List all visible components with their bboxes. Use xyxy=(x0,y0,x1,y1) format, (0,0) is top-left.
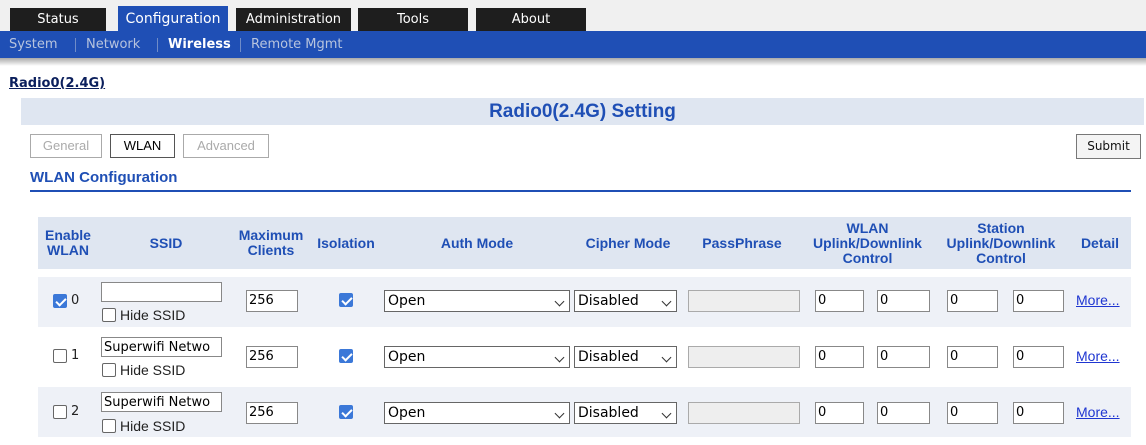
auth-mode-select[interactable]: Open xyxy=(384,402,570,424)
table-row: 0 Hide SSID 256 Open Disabled 0 0 0 0 Mo… xyxy=(38,277,1131,327)
station-downlink-input[interactable]: 0 xyxy=(1013,290,1064,312)
col-detail: Detail xyxy=(1080,234,1120,251)
col-isolation: Isolation xyxy=(317,234,375,251)
station-uplink-input[interactable]: 0 xyxy=(947,402,998,424)
col-cipher-mode: Cipher Mode xyxy=(585,234,671,251)
wlan-downlink-input[interactable]: 0 xyxy=(877,346,930,368)
tab-tools[interactable]: Tools xyxy=(358,8,468,31)
subtab-advanced[interactable]: Advanced xyxy=(183,134,269,158)
col-station-control: Station Uplink/Downlink Control xyxy=(946,219,1056,266)
passphrase-input[interactable] xyxy=(688,290,800,312)
submit-button[interactable]: Submit xyxy=(1076,134,1141,159)
passphrase-input[interactable] xyxy=(688,402,800,424)
enable-wlan-checkbox[interactable] xyxy=(53,294,67,308)
sub-navigation: System Network Wireless Remote Mgmt xyxy=(0,31,1146,58)
section-divider xyxy=(30,190,1131,192)
tab-status[interactable]: Status xyxy=(10,8,106,31)
isolation-checkbox[interactable] xyxy=(339,349,353,363)
max-clients-input[interactable]: 256 xyxy=(246,290,298,312)
wlan-downlink-input[interactable]: 0 xyxy=(877,402,930,424)
subnav-divider xyxy=(240,38,241,52)
wlan-downlink-input[interactable]: 0 xyxy=(877,290,930,312)
cipher-mode-select[interactable]: Disabled xyxy=(574,290,677,312)
max-clients-input[interactable]: 256 xyxy=(246,346,298,368)
max-clients-input[interactable]: 256 xyxy=(246,402,298,424)
station-uplink-input[interactable]: 0 xyxy=(947,290,998,312)
subnav-divider xyxy=(75,38,76,52)
table-row: 2 Superwifi Netwo Hide SSID 256 Open Dis… xyxy=(38,387,1131,437)
hide-ssid-checkbox[interactable] xyxy=(102,419,116,433)
subnav-wireless[interactable]: Wireless xyxy=(168,31,231,58)
wlan-index: 1 xyxy=(71,348,80,363)
hide-ssid-checkbox[interactable] xyxy=(102,308,116,322)
isolation-checkbox[interactable] xyxy=(339,405,353,419)
col-enable-wlan: Enable WLAN xyxy=(45,227,91,258)
hide-ssid-label: Hide SSID xyxy=(120,418,186,434)
subnav-remote-mgmt[interactable]: Remote Mgmt xyxy=(251,31,343,58)
wlan-uplink-input[interactable]: 0 xyxy=(815,402,864,424)
ssid-input[interactable]: Superwifi Netwo xyxy=(101,337,222,357)
enable-wlan-checkbox[interactable] xyxy=(53,405,67,419)
subtab-general[interactable]: General xyxy=(30,134,102,158)
col-max-clients: Maximum Clients xyxy=(238,227,304,258)
subnav-network[interactable]: Network xyxy=(86,31,140,58)
wlan-index: 2 xyxy=(71,404,80,419)
tab-about[interactable]: About xyxy=(476,8,586,31)
subnav-system[interactable]: System xyxy=(9,31,57,58)
ssid-input[interactable] xyxy=(101,282,222,302)
ssid-input[interactable]: Superwifi Netwo xyxy=(101,392,222,412)
wlan-index: 0 xyxy=(71,293,80,308)
col-ssid: SSID xyxy=(149,234,183,251)
station-downlink-input[interactable]: 0 xyxy=(1013,402,1064,424)
passphrase-input[interactable] xyxy=(688,346,800,368)
station-uplink-input[interactable]: 0 xyxy=(947,346,998,368)
chevron-down-icon xyxy=(661,408,672,419)
more-link[interactable]: More... xyxy=(1076,404,1120,420)
chevron-down-icon xyxy=(661,296,672,307)
station-downlink-input[interactable]: 0 xyxy=(1013,346,1064,368)
page-title: Radio0(2.4G) Setting xyxy=(21,98,1144,125)
hide-ssid-checkbox[interactable] xyxy=(102,363,116,377)
chevron-down-icon xyxy=(554,296,565,307)
chevron-down-icon xyxy=(554,352,565,363)
chevron-down-icon xyxy=(661,352,672,363)
wlan-uplink-input[interactable]: 0 xyxy=(815,346,864,368)
top-tab-bar: Status Configuration Administration Tool… xyxy=(0,0,1146,31)
tab-configuration[interactable]: Configuration xyxy=(118,6,228,31)
radio-link[interactable]: Radio0(2.4G) xyxy=(9,76,105,91)
hide-ssid-label: Hide SSID xyxy=(120,307,186,323)
tab-administration[interactable]: Administration xyxy=(236,8,351,31)
table-row: 1 Superwifi Netwo Hide SSID 256 Open Dis… xyxy=(38,332,1131,382)
more-link[interactable]: More... xyxy=(1076,292,1120,308)
hide-ssid-label: Hide SSID xyxy=(120,362,186,378)
col-auth-mode: Auth Mode xyxy=(440,234,514,251)
nav-shadow xyxy=(0,58,1146,66)
section-title: WLAN Configuration xyxy=(30,169,178,186)
cipher-mode-select[interactable]: Disabled xyxy=(574,402,677,424)
enable-wlan-checkbox[interactable] xyxy=(53,349,67,363)
table-header: Enable WLAN SSID Maximum Clients Isolation… xyxy=(38,217,1131,269)
subtab-wlan[interactable]: WLAN xyxy=(110,134,175,158)
col-wlan-control: WLAN Uplink/Downlink Control xyxy=(813,219,922,266)
auth-mode-select[interactable]: Open xyxy=(384,346,570,368)
chevron-down-icon xyxy=(554,408,565,419)
more-link[interactable]: More... xyxy=(1076,348,1120,364)
col-passphrase: PassPhrase xyxy=(702,234,782,251)
isolation-checkbox[interactable] xyxy=(339,293,353,307)
cipher-mode-select[interactable]: Disabled xyxy=(574,346,677,368)
subnav-divider xyxy=(157,38,158,52)
wlan-uplink-input[interactable]: 0 xyxy=(815,290,864,312)
auth-mode-select[interactable]: Open xyxy=(384,290,570,312)
